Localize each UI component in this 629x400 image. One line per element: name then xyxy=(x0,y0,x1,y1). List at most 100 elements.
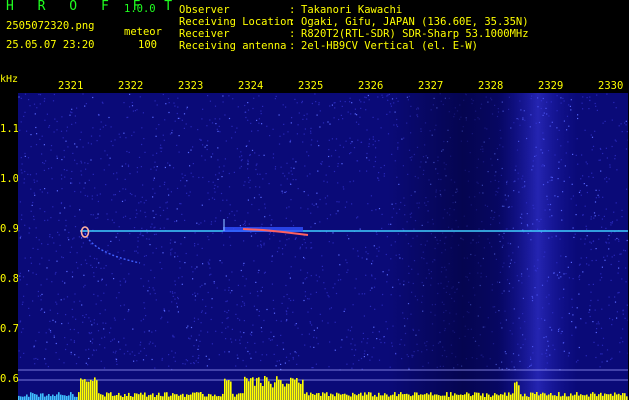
noise-speck xyxy=(259,186,261,188)
noise-speck xyxy=(378,246,380,248)
level-bar xyxy=(250,378,252,400)
noise-speck xyxy=(216,287,218,289)
noise-speck xyxy=(64,207,66,209)
level-bar xyxy=(608,394,610,400)
level-bar xyxy=(482,393,484,400)
noise-speck xyxy=(145,354,147,357)
level-bar xyxy=(80,378,82,400)
noise-speck xyxy=(621,209,623,211)
noise-speck xyxy=(167,321,169,323)
noise-speck xyxy=(231,341,233,343)
level-bar xyxy=(244,376,246,400)
noise-speck xyxy=(378,208,381,210)
level-bar xyxy=(464,394,466,400)
noise-speck xyxy=(614,139,616,141)
noise-speck xyxy=(312,367,314,369)
noise-speck xyxy=(215,123,217,125)
noise-speck xyxy=(598,238,600,240)
noise-speck xyxy=(120,305,122,307)
noise-speck xyxy=(374,160,376,163)
noise-speck xyxy=(223,165,225,167)
noise-speck xyxy=(300,207,302,209)
noise-speck xyxy=(189,338,191,340)
noise-speck xyxy=(79,182,81,184)
level-bar xyxy=(100,394,102,400)
noise-speck xyxy=(228,289,230,291)
noise-speck xyxy=(43,100,45,102)
noise-speck xyxy=(86,262,88,265)
noise-speck xyxy=(615,140,617,142)
noise-speck xyxy=(218,354,220,356)
noise-speck xyxy=(41,191,43,193)
noise-speck xyxy=(247,168,249,170)
noise-speck xyxy=(57,293,59,295)
noise-speck xyxy=(249,179,251,181)
noise-speck xyxy=(368,99,370,101)
noise-speck xyxy=(258,194,260,196)
noise-speck xyxy=(155,169,157,171)
level-bar xyxy=(370,392,372,400)
noise-speck xyxy=(48,328,50,330)
noise-speck xyxy=(138,156,141,158)
noise-speck xyxy=(171,132,173,134)
noise-speck xyxy=(256,163,258,165)
noise-speck xyxy=(201,155,203,157)
noise-speck xyxy=(153,227,155,229)
noise-speck xyxy=(148,330,150,332)
level-bar xyxy=(396,396,398,400)
noise-speck xyxy=(220,192,223,195)
noise-speck xyxy=(611,357,613,359)
noise-speck xyxy=(137,252,139,254)
noise-speck xyxy=(62,257,64,259)
noise-speck xyxy=(281,302,283,304)
noise-speck xyxy=(144,151,146,153)
noise-speck xyxy=(251,331,253,333)
noise-speck xyxy=(225,275,227,277)
noise-speck xyxy=(114,352,116,354)
noise-speck xyxy=(366,258,368,260)
noise-speck xyxy=(134,250,136,252)
noise-speck xyxy=(318,276,320,278)
noise-speck xyxy=(247,159,249,161)
noise-speck xyxy=(244,181,246,183)
noise-speck xyxy=(81,304,83,306)
noise-speck xyxy=(101,279,103,282)
noise-speck xyxy=(43,311,46,313)
noise-speck xyxy=(270,331,272,333)
noise-speck xyxy=(197,357,199,359)
noise-speck xyxy=(386,236,388,238)
noise-speck xyxy=(582,271,584,273)
noise-speck xyxy=(310,293,312,295)
noise-speck xyxy=(290,220,292,222)
noise-speck xyxy=(29,174,32,176)
noise-speck xyxy=(71,276,74,278)
noise-speck xyxy=(41,135,43,137)
noise-speck xyxy=(305,247,307,249)
level-bar xyxy=(302,379,304,400)
level-bar xyxy=(438,395,440,400)
noise-speck xyxy=(383,173,385,175)
level-bar xyxy=(214,394,216,400)
noise-speck xyxy=(292,311,294,313)
noise-speck xyxy=(579,274,581,277)
noise-speck xyxy=(599,366,601,368)
noise-speck xyxy=(90,135,93,137)
noise-speck xyxy=(292,179,294,181)
noise-speck xyxy=(194,245,196,247)
level-bar xyxy=(176,394,178,400)
level-bar xyxy=(106,392,108,400)
level-bar xyxy=(386,394,388,400)
noise-speck xyxy=(134,354,136,356)
noise-speck xyxy=(290,299,292,302)
noise-speck xyxy=(223,244,225,246)
noise-speck xyxy=(66,130,68,132)
noise-speck xyxy=(52,206,54,208)
noise-speck xyxy=(73,301,75,303)
noise-speck xyxy=(185,123,187,125)
noise-speck xyxy=(341,105,343,107)
noise-speck xyxy=(99,193,101,195)
noise-speck xyxy=(225,300,227,303)
noise-speck xyxy=(590,218,592,220)
level-bar xyxy=(164,392,166,400)
noise-speck xyxy=(593,217,595,219)
